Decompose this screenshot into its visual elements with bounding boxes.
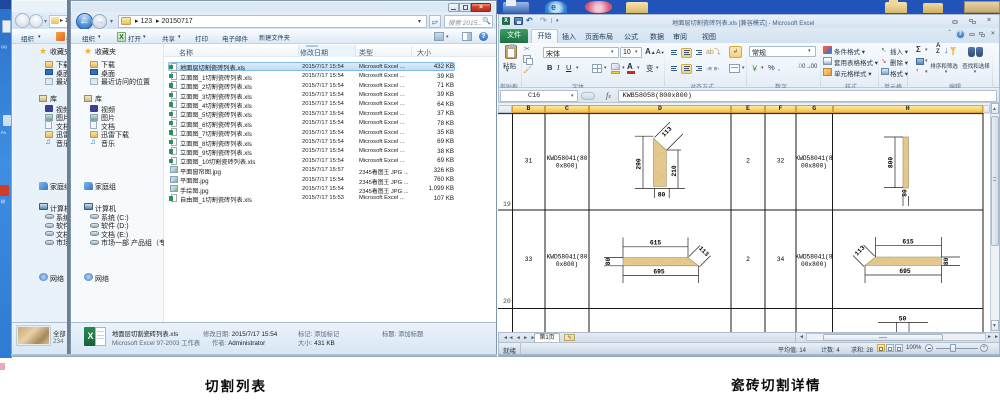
svg-text:80: 80 xyxy=(902,189,909,197)
svg-text:50: 50 xyxy=(899,316,907,323)
svg-text:31: 31 xyxy=(525,158,533,165)
svg-text:33: 33 xyxy=(525,256,533,263)
svg-text:KWD58041(80: KWD58041(80 xyxy=(547,254,588,261)
svg-text:80: 80 xyxy=(605,258,612,266)
svg-text:800: 800 xyxy=(888,157,895,169)
svg-text:80: 80 xyxy=(943,257,950,265)
svg-text:80: 80 xyxy=(658,192,666,199)
svg-text:KWD58041(8: KWD58041(8 xyxy=(795,155,832,162)
svg-text:695: 695 xyxy=(899,268,911,275)
svg-text:2: 2 xyxy=(746,256,750,263)
svg-text:615: 615 xyxy=(902,238,914,245)
svg-text:113: 113 xyxy=(660,125,673,138)
svg-text:210: 210 xyxy=(671,165,678,177)
svg-text:32: 32 xyxy=(777,158,785,165)
svg-text:KWD58041(8: KWD58041(8 xyxy=(795,254,832,261)
svg-text:290: 290 xyxy=(636,158,643,170)
svg-text:2: 2 xyxy=(746,158,750,165)
svg-text:KWD58041(80: KWD58041(80 xyxy=(547,155,588,162)
svg-text:34: 34 xyxy=(777,256,785,263)
svg-text:00x800): 00x800) xyxy=(801,261,827,268)
svg-text:00x800): 00x800) xyxy=(801,163,827,170)
svg-text:695: 695 xyxy=(653,268,665,275)
svg-text:113: 113 xyxy=(697,245,710,258)
svg-text:615: 615 xyxy=(650,240,662,247)
svg-text:0x800): 0x800) xyxy=(556,261,578,268)
svg-text:0x800): 0x800) xyxy=(556,163,578,170)
